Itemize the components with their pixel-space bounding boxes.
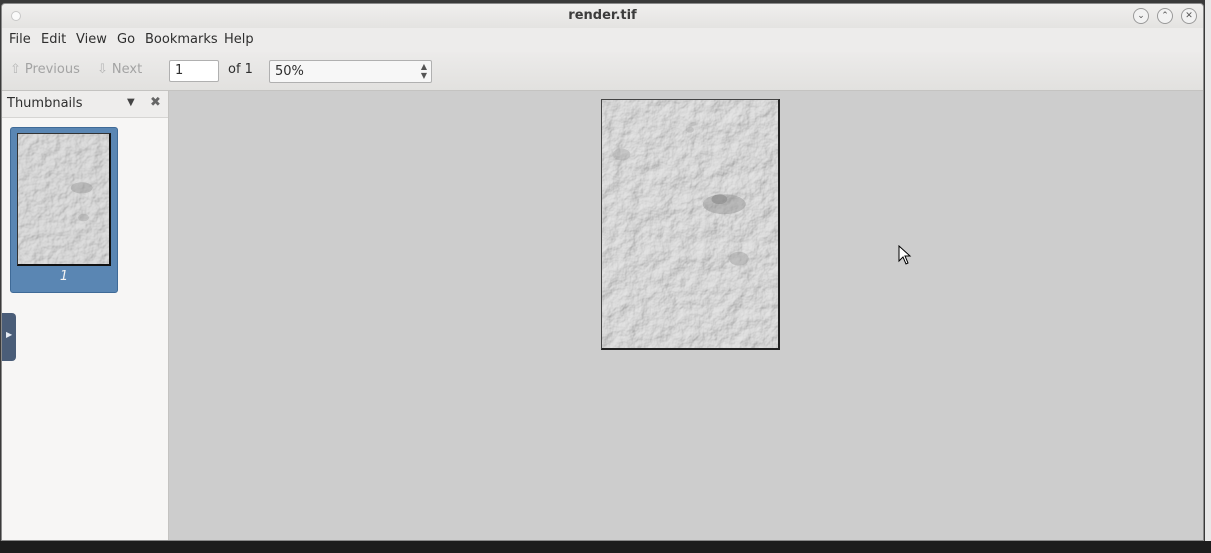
thumbnail-image bbox=[17, 133, 111, 266]
maximize-button[interactable]: ⌃ bbox=[1157, 8, 1173, 24]
sidebar-toggle-handle[interactable]: ▶ bbox=[2, 313, 16, 361]
document-viewer-window: render.tif ⌄ ⌃ ✕ File Edit View Go Bookm… bbox=[1, 3, 1204, 541]
arrow-down-icon: ⇩ bbox=[97, 62, 108, 77]
menu-edit[interactable]: Edit bbox=[41, 32, 66, 47]
triangle-down-icon[interactable]: ▼ bbox=[127, 97, 135, 108]
thumbnail-page-number: 1 bbox=[59, 269, 69, 284]
background-window-edge bbox=[1205, 0, 1211, 553]
menu-bar: File Edit View Go Bookmarks Help bbox=[2, 28, 1203, 52]
menu-help[interactable]: Help bbox=[224, 32, 254, 47]
toolbar: ⇧ Previous ⇩ Next 1 of 1 50% ▲ ▼ bbox=[2, 52, 1203, 91]
spin-arrows-icon: ▲ ▼ bbox=[420, 62, 427, 80]
minimize-button[interactable]: ⌄ bbox=[1133, 8, 1149, 24]
previous-page-button[interactable]: ⇧ Previous bbox=[10, 62, 80, 77]
arrow-up-icon: ⇧ bbox=[10, 62, 21, 77]
window-title: render.tif bbox=[568, 8, 637, 23]
page-number-input[interactable]: 1 bbox=[169, 60, 219, 82]
sidebar-header: Thumbnails ▼ ✖ bbox=[2, 91, 168, 118]
sidebar: Thumbnails ▼ ✖ 1 bbox=[2, 91, 169, 540]
previous-label: Previous bbox=[24, 62, 80, 77]
next-page-button[interactable]: ⇩ Next bbox=[97, 62, 142, 77]
menu-go[interactable]: Go bbox=[117, 32, 135, 47]
chevron-up-icon: ⌃ bbox=[1161, 11, 1169, 21]
page-count-label: of 1 bbox=[228, 62, 253, 77]
zoom-value: 50% bbox=[275, 64, 304, 79]
thumbnail-item[interactable]: 1 bbox=[10, 127, 118, 293]
background-terminal-edge bbox=[0, 541, 1211, 553]
title-bar: render.tif ⌄ ⌃ ✕ bbox=[2, 4, 1203, 29]
close-window-button[interactable]: ✕ bbox=[1181, 8, 1197, 24]
triangle-right-icon: ▶ bbox=[6, 330, 13, 339]
next-label: Next bbox=[111, 62, 143, 77]
document-page bbox=[601, 99, 780, 350]
zoom-select[interactable]: 50% ▲ ▼ bbox=[269, 60, 432, 83]
mouse-pointer-icon bbox=[898, 245, 912, 265]
menu-file[interactable]: File bbox=[9, 32, 31, 47]
document-view[interactable] bbox=[169, 91, 1203, 540]
sidebar-close-icon[interactable]: ✖ bbox=[150, 95, 161, 110]
menu-bookmarks[interactable]: Bookmarks bbox=[145, 32, 218, 47]
chevron-down-icon: ⌄ bbox=[1137, 11, 1145, 21]
menu-view[interactable]: View bbox=[76, 32, 107, 47]
close-icon: ✕ bbox=[1185, 11, 1193, 21]
sidebar-title: Thumbnails bbox=[7, 96, 83, 111]
